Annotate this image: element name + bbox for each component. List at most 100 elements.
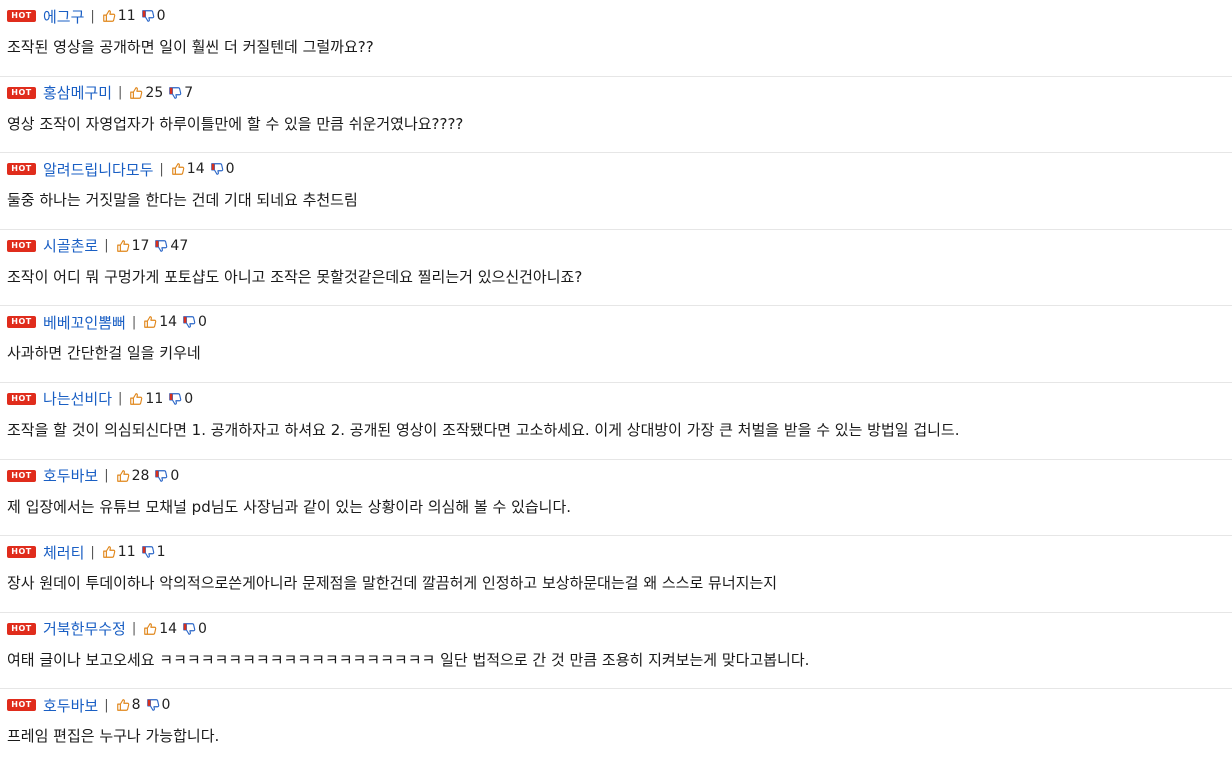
thumbs-up-icon — [144, 316, 157, 329]
like-button[interactable]: 14 — [143, 314, 177, 330]
comment-meta: HOT 알려드립니다모두 | 14 0 — [7, 159, 1224, 180]
comment-item: HOT 호두바보 | 28 0 제 입장에서는 유튜브 모채널 pd님도 사장님… — [0, 460, 1232, 537]
like-count: 28 — [131, 467, 150, 484]
comment-meta: HOT 시골촌로 | 17 47 — [7, 237, 1224, 255]
like-count: 11 — [117, 544, 136, 561]
comment-item: HOT 체러티 | 11 1 장사 원데이 투데이하나 악의적으로쓴게아니라 문… — [0, 536, 1232, 613]
dislike-button[interactable]: 0 — [182, 621, 207, 637]
thumbs-down-icon — [169, 393, 182, 405]
dislike-count: 0 — [198, 620, 207, 637]
comment-item: HOT 거북한무수정 | 14 0 여태 글이나 보고오세요 ㅋㅋㅋㅋㅋㅋㅋㅋㅋ… — [0, 613, 1232, 690]
dislike-button[interactable]: 0 — [154, 468, 179, 484]
dislike-count: 0 — [184, 390, 194, 407]
like-button[interactable]: 17 — [116, 237, 150, 254]
dislike-button[interactable]: 0 — [210, 161, 235, 177]
comment-text: 장사 원데이 투데이하나 악의적으로쓴게아니라 문제점을 말한건데 깔끔허게 인… — [7, 574, 778, 593]
comment-author[interactable]: 알려드립니다모두 — [43, 159, 153, 180]
thumbs-up-icon — [116, 239, 129, 252]
like-button[interactable]: 11 — [102, 8, 136, 24]
comment-text: 조작된 영상을 공개하면 일이 훨씬 더 커질텐데 그럴까요?? — [7, 38, 374, 56]
thumbs-down-icon — [155, 469, 168, 482]
hot-badge: HOT — [7, 316, 36, 329]
dislike-button[interactable]: 0 — [182, 314, 207, 330]
dislike-button[interactable]: 1 — [141, 544, 166, 560]
like-button[interactable]: 11 — [129, 391, 163, 407]
thumbs-down-icon — [141, 546, 154, 558]
comment-item: HOT 호두바보 | 8 0 프레임 편집은 누구나 가능합니다. — [0, 689, 1232, 760]
comment-author[interactable]: 홍삼메구미 — [43, 82, 112, 103]
comment-text: 제 입장에서는 유튜브 모채널 pd님도 사장님과 같이 있는 상황이라 의심해… — [7, 497, 572, 516]
separator: | — [104, 238, 109, 254]
thumbs-up-icon — [102, 10, 116, 22]
comment-text: 프레임 편집은 누구나 가능합니다. — [7, 727, 220, 746]
comment-author[interactable]: 베베꼬인뽐뻐 — [43, 312, 126, 333]
hot-badge: HOT — [7, 622, 36, 635]
dislike-button[interactable]: 0 — [141, 8, 166, 24]
thumbs-up-icon — [102, 546, 116, 558]
separator: | — [131, 621, 137, 637]
hot-badge: HOT — [7, 546, 36, 559]
like-button[interactable]: 28 — [116, 467, 150, 484]
hot-badge: HOT — [7, 163, 36, 176]
like-button[interactable]: 14 — [143, 621, 177, 637]
like-button[interactable]: 14 — [171, 161, 205, 177]
like-count: 8 — [131, 697, 141, 714]
thumbs-down-icon — [183, 622, 196, 635]
comment-list: HOT 에그구 | 11 0 조작된 영상을 공개하면 일이 훨씬 더 커질텐데… — [0, 0, 1232, 760]
comment-meta: HOT 나는선비다 | 11 0 — [7, 390, 1224, 408]
dislike-button[interactable]: 0 — [146, 697, 170, 713]
like-button[interactable]: 11 — [102, 544, 136, 560]
comment-author[interactable]: 거북한무수정 — [43, 618, 126, 639]
like-button[interactable]: 25 — [129, 85, 163, 101]
comment-meta: HOT 베베꼬인뽐뻐 | 14 0 — [7, 312, 1224, 333]
thumbs-up-icon — [144, 622, 157, 635]
hot-badge: HOT — [7, 469, 36, 482]
comment-author[interactable]: 시골촌로 — [43, 235, 98, 256]
separator: | — [118, 85, 123, 101]
comment-text: 조작이 어디 뭐 구멍가게 포토샵도 아니고 조작은 못할것같은데요 찔리는거 … — [7, 267, 583, 286]
like-count: 25 — [145, 84, 164, 101]
comment-author[interactable]: 호두바보 — [43, 465, 98, 486]
comment-item: HOT 베베꼬인뽐뻐 | 14 0 사과하면 간단한걸 일을 키우네 — [0, 306, 1232, 383]
dislike-button[interactable]: 7 — [168, 85, 193, 101]
comment-meta: HOT 호두바보 | 8 0 — [7, 695, 1224, 716]
comment-meta: HOT 홍삼메구미 | 25 7 — [7, 84, 1224, 102]
like-button[interactable]: 8 — [116, 697, 141, 713]
separator: | — [131, 314, 137, 330]
comment-author[interactable]: 호두바보 — [43, 695, 98, 716]
like-count: 14 — [186, 161, 205, 178]
comment-meta: HOT 에그구 | 11 0 — [7, 6, 1224, 27]
comment-author[interactable]: 에그구 — [43, 6, 84, 27]
comment-text: 조작을 할 것이 의심되신다면 1. 공개하자고 하셔요 2. 공개된 영상이 … — [7, 420, 960, 439]
like-count: 17 — [131, 237, 150, 254]
dislike-count: 0 — [170, 467, 180, 484]
dislike-count: 0 — [156, 8, 166, 24]
comment-text: 사과하면 간단한걸 일을 키우네 — [7, 344, 201, 363]
comment-meta: HOT 호두바보 | 28 0 — [7, 467, 1224, 485]
hot-badge: HOT — [7, 86, 36, 99]
dislike-count: 47 — [170, 237, 189, 254]
dislike-button[interactable]: 47 — [154, 238, 188, 254]
hot-badge: HOT — [7, 392, 36, 405]
comment-item: HOT 나는선비다 | 11 0 조작을 할 것이 의심되신다면 1. 공개하자… — [0, 383, 1232, 460]
thumbs-up-icon — [116, 469, 129, 482]
like-count: 14 — [159, 620, 178, 637]
separator: | — [90, 8, 95, 24]
comment-text: 영상 조작이 자영업자가 하루이틀만에 할 수 있을 만큼 쉬운거였나요???? — [7, 114, 464, 133]
like-count: 14 — [159, 314, 178, 331]
dislike-count: 1 — [156, 544, 166, 561]
thumbs-down-icon — [169, 86, 182, 99]
thumbs-down-icon — [210, 163, 223, 176]
comment-text: 여태 글이나 보고오세요 ㅋㅋㅋㅋㅋㅋㅋㅋㅋㅋㅋㅋㅋㅋㅋㅋㅋㅋㅋㅋ 일단 법적으… — [7, 650, 810, 669]
comment-item: HOT 홍삼메구미 | 25 7 영상 조작이 자영업자가 하루이틀만에 할 수… — [0, 77, 1232, 154]
thumbs-up-icon — [130, 393, 143, 405]
comment-item: HOT 에그구 | 11 0 조작된 영상을 공개하면 일이 훨씬 더 커질텐데… — [0, 0, 1232, 77]
dislike-count: 7 — [184, 84, 194, 101]
comment-author[interactable]: 체러티 — [43, 542, 84, 563]
separator: | — [159, 161, 164, 177]
comment-author[interactable]: 나는선비다 — [43, 388, 112, 409]
separator: | — [90, 544, 95, 560]
hot-badge: HOT — [7, 239, 36, 252]
dislike-button[interactable]: 0 — [168, 391, 193, 407]
like-count: 11 — [145, 390, 164, 407]
